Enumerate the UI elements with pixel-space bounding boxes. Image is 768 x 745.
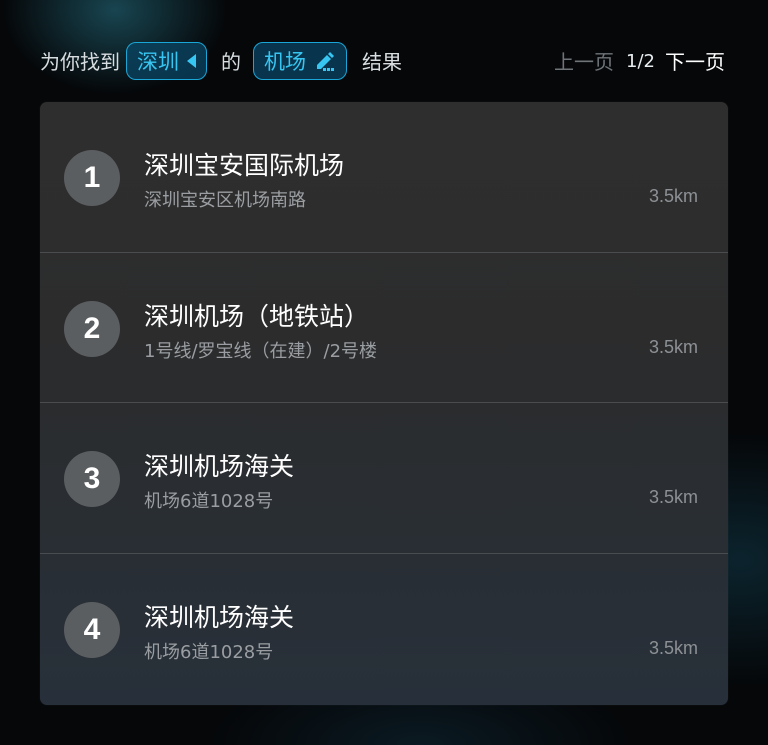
result-distance: 3.5km [648, 638, 698, 658]
triangle-left-icon [187, 54, 196, 68]
result-distance: 3.5km [648, 186, 698, 206]
result-title: 深圳机场海关 [144, 603, 295, 632]
result-title: 深圳宝安国际机场 [144, 151, 345, 180]
result-distance: 3.5km [648, 487, 698, 507]
result-index-badge: 2 [64, 301, 120, 357]
result-address: 1号线/罗宝线（在建）/2号楼 [144, 341, 378, 362]
result-address: 机场6道1028号 [144, 491, 274, 512]
keyword-chip[interactable]: 机场 [253, 42, 347, 80]
result-item[interactable]: 3 深圳机场海关 机场6道1028号 3.5km [40, 403, 728, 553]
prev-page-button[interactable]: 上一页 [554, 40, 614, 84]
result-title: 深圳机场海关 [144, 452, 295, 481]
result-address: 机场6道1028号 [144, 642, 274, 663]
header-suffix: 结果 [362, 50, 402, 74]
city-chip[interactable]: 深圳 [126, 42, 207, 80]
result-item[interactable]: 2 深圳机场（地铁站） 1号线/罗宝线（在建）/2号楼 3.5km [40, 253, 728, 403]
result-title: 深圳机场（地铁站） [144, 302, 370, 331]
result-distance: 3.5km [648, 337, 698, 357]
header-prefix: 为你找到 [40, 50, 120, 74]
results-list: 1 深圳宝安国际机场 深圳宝安区机场南路 3.5km 2 深圳机场（地铁站） 1… [40, 102, 728, 705]
result-address: 深圳宝安区机场南路 [144, 190, 306, 211]
result-item[interactable]: 1 深圳宝安国际机场 深圳宝安区机场南路 3.5km [40, 102, 728, 252]
page-indicator: 1/2 [626, 51, 655, 72]
result-index-badge: 4 [64, 602, 120, 658]
city-chip-label: 深圳 [137, 50, 179, 74]
result-index-badge: 1 [64, 150, 120, 206]
search-header: 为你找到 深圳 的 机场 结果 上一页 1/2 下一页 [40, 40, 728, 84]
header-connector: 的 [221, 50, 241, 74]
keyword-chip-label: 机场 [264, 50, 306, 74]
result-index-badge: 3 [64, 451, 120, 507]
result-item[interactable]: 4 深圳机场海关 机场6道1028号 3.5km [40, 554, 728, 704]
edit-pen-icon [317, 52, 334, 71]
next-page-button[interactable]: 下一页 [665, 40, 725, 84]
